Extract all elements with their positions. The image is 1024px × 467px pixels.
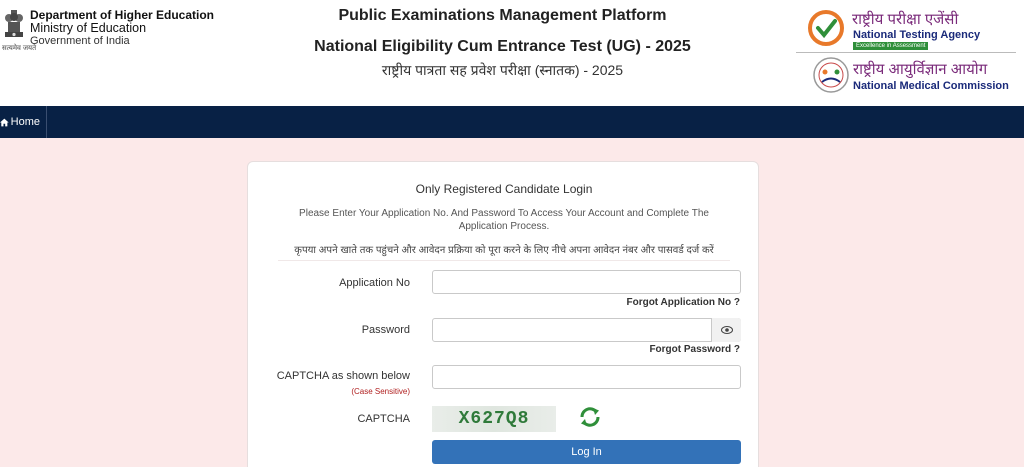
login-title: Only Registered Candidate Login: [415, 182, 593, 196]
login-description-hindi: कृपया अपने खाते तक पहुंचने और आवेदन प्रक…: [294, 245, 714, 256]
login-card: Only Registered Candidate Login Please E…: [247, 161, 759, 467]
password-input[interactable]: [432, 318, 741, 342]
login-description: Please Enter Your Application No. And Pa…: [299, 208, 709, 232]
nmc-name-english: National Medical Commission: [853, 80, 1009, 92]
national-emblem-icon: [5, 10, 23, 37]
nmc-logo-icon: [813, 57, 849, 93]
application-no-input[interactable]: [432, 270, 741, 294]
exam-title: National Eligibility Cum Entrance Test (…: [314, 38, 691, 55]
show-password-button[interactable]: [711, 318, 741, 342]
case-sensitive-note: (Case Sensitive): [351, 387, 410, 396]
nta-logo-icon: [808, 10, 844, 46]
ministry-name: Ministry of Education: [30, 21, 147, 35]
captcha-image: X627Q8: [432, 406, 556, 432]
government-name: Government of India: [30, 35, 130, 47]
home-icon: [0, 118, 9, 126]
forgot-password-link[interactable]: Forgot Password ?: [649, 344, 740, 355]
card-divider: [278, 260, 730, 261]
top-navbar: Home: [0, 106, 1024, 138]
department-block: Department of Higher Education Ministry …: [30, 9, 214, 48]
nta-name-english: National Testing Agency: [853, 29, 981, 41]
application-no-label: Application No: [339, 277, 410, 289]
page-header: सत्यमेव जयते Department of Higher Educat…: [0, 0, 1024, 106]
forgot-application-link[interactable]: Forgot Application No ?: [626, 297, 740, 308]
nav-home-label: Home: [10, 116, 40, 128]
nmc-name-hindi: राष्ट्रीय आयुर्विज्ञान आयोग: [853, 61, 988, 78]
eye-icon: [720, 326, 733, 334]
platform-title: Public Examinations Management Platform: [338, 7, 667, 24]
nta-name-hindi: राष्ट्रीय परीक्षा एजेंसी: [852, 11, 959, 28]
nav-home-link[interactable]: Home: [0, 106, 47, 138]
logo-divider: [796, 52, 1016, 53]
captcha-label: CAPTCHA: [357, 413, 410, 425]
password-label: Password: [361, 324, 410, 336]
refresh-captcha-icon[interactable]: [578, 405, 602, 429]
exam-title-hindi: राष्ट्रीय पात्रता सह प्रवेश परीक्षा (स्न…: [381, 62, 624, 78]
nta-tagline: Excellence in Assessment: [853, 42, 929, 50]
captcha-input-label: CAPTCHA as shown below: [276, 370, 410, 382]
captcha-input[interactable]: [432, 365, 741, 389]
login-button[interactable]: Log In: [432, 440, 741, 464]
